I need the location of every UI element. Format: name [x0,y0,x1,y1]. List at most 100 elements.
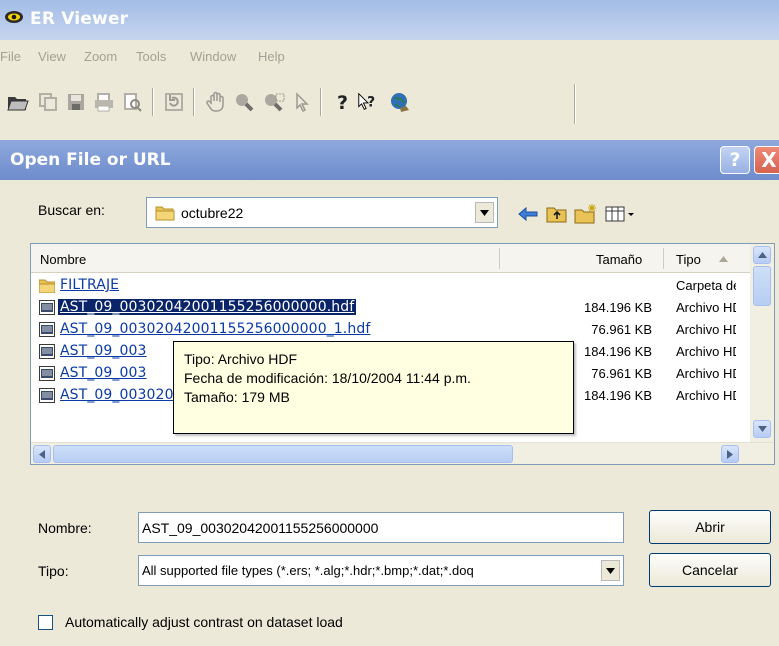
open-button[interactable]: Abrir [649,510,771,544]
file-size: 184.196 KB [584,300,652,315]
list-item[interactable]: FILTRAJE Carpeta de archivos [31,275,774,297]
file-type: Archivo HDF [676,344,736,359]
refresh-icon[interactable] [162,90,186,114]
hdf-file-icon [39,366,55,381]
svg-text:?: ? [337,92,348,113]
open-folder-icon[interactable] [6,90,30,114]
menu-window[interactable]: Window [190,49,236,64]
tooltip-size: Tamaño: 179 MB [184,389,290,405]
app-titlebar: ER Viewer [0,0,779,40]
column-header-size[interactable]: Tamaño [596,252,642,267]
scroll-down-button[interactable] [753,420,771,438]
er-viewer-logo-icon [5,11,23,23]
hdf-file-icon [39,388,55,403]
file-size: 76.961 KB [591,366,652,381]
file-name: AST_09_003 [60,343,147,359]
folder-icon [39,279,55,293]
print-icon[interactable] [92,90,116,114]
list-item[interactable]: AST_09_00302042001155256000000.hdf 184.1… [31,297,774,319]
new-folder-icon[interactable] [574,202,598,226]
column-header-type[interactable]: Tipo [676,252,701,267]
file-info-tooltip: Tipo: Archivo HDF Fecha de modificación:… [173,341,574,434]
chevron-down-icon [480,209,489,216]
vertical-scrollbar[interactable] [750,244,774,442]
file-size: 184.196 KB [584,388,652,403]
file-type: Archivo HDF [676,388,736,403]
zoom-box-icon[interactable] [262,90,286,114]
file-size: 76.961 KB [591,322,652,337]
filetype-dropdown-button[interactable] [601,560,620,581]
list-item[interactable]: AST_09_00302042001155256000000_1.hdf 76.… [31,319,774,341]
copy-icon[interactable] [36,90,60,114]
scroll-right-button[interactable] [721,445,739,463]
view-menu-icon[interactable] [604,202,636,226]
file-size: 184.196 KB [584,344,652,359]
zoom-in-icon[interactable] [232,90,256,114]
file-name: AST_09_00302042001155256000000.hdf [56,298,358,316]
sort-ascending-icon [719,256,728,262]
menu-view[interactable]: View [38,49,66,64]
toolbar-end-separator [574,84,576,124]
menu-tools[interactable]: Tools [136,49,166,64]
menu-zoom[interactable]: Zoom [84,49,117,64]
svg-text:?: ? [367,95,375,111]
help-icon[interactable]: ? [330,90,354,114]
globe-icon[interactable] [388,90,412,114]
chevron-left-icon [39,449,45,459]
chevron-right-icon [727,449,733,459]
horizontal-scrollbar[interactable] [31,442,774,464]
scroll-left-button[interactable] [33,445,51,463]
file-type: Archivo HDF [676,322,736,337]
column-header-name[interactable]: Nombre [40,252,86,267]
file-name: FILTRAJE [60,277,120,293]
look-in-combo[interactable]: octubre22 [146,197,498,228]
context-help-icon[interactable]: ? [356,90,380,114]
file-name: AST_09_003 [60,365,147,381]
look-in-dropdown-button[interactable] [475,202,494,223]
print-preview-icon[interactable] [120,90,144,114]
toolbar-separator [320,88,322,116]
horizontal-scroll-thumb[interactable] [53,445,513,463]
tooltip-modified: Fecha de modificación: 18/10/2004 11:44 … [184,370,471,386]
toolbar-separator [152,88,154,116]
vertical-scroll-thumb[interactable] [753,266,771,306]
hdf-file-icon [39,344,55,359]
filename-value: AST_09_00302042001155256000000 [142,520,379,536]
back-arrow-icon[interactable] [516,202,540,226]
file-type: Archivo HDF [676,366,736,381]
file-type: Carpeta de archivos [676,278,736,293]
chevron-up-icon [757,252,767,258]
column-divider [499,248,500,269]
toolbar: ? ? [0,70,779,140]
up-folder-icon[interactable] [545,202,569,226]
menubar: File View Zoom Tools Window Help [0,40,779,70]
dialog-title: Open File or URL [10,150,171,170]
dialog-help-button[interactable]: ? [720,146,750,174]
chevron-down-icon [757,426,767,432]
app-title: ER Viewer [30,9,129,29]
pan-hand-icon[interactable] [204,90,228,114]
menu-file[interactable]: File [0,49,21,64]
column-divider [663,248,664,269]
save-icon[interactable] [64,90,88,114]
auto-contrast-checkbox[interactable] [38,615,53,630]
tooltip-type: Tipo: Archivo HDF [184,351,298,367]
folder-icon [155,206,175,221]
look-in-label: Buscar en: [38,202,105,218]
menu-help[interactable]: Help [258,49,285,64]
hdf-file-icon [39,322,55,337]
look-in-value: octubre22 [181,205,244,221]
filename-label: Nombre: [38,520,92,536]
hdf-file-icon [39,300,55,315]
auto-contrast-label: Automatically adjust contrast on dataset… [65,614,343,630]
file-list-header: Nombre Tamaño Tipo [31,244,774,273]
file-name: AST_09_00302042001155256000000_1.hdf [60,321,371,337]
filetype-select[interactable]: All supported file types (*.ers; *.alg;*… [138,555,624,586]
dialog-close-button[interactable]: X [754,146,779,174]
filename-input[interactable]: AST_09_00302042001155256000000 [138,512,624,543]
cancel-button[interactable]: Cancelar [649,553,771,587]
scroll-up-button[interactable] [753,246,771,264]
pointer-icon[interactable] [290,90,314,114]
toolbar-separator [193,88,195,116]
filetype-value: All supported file types (*.ers; *.alg;*… [142,563,474,578]
